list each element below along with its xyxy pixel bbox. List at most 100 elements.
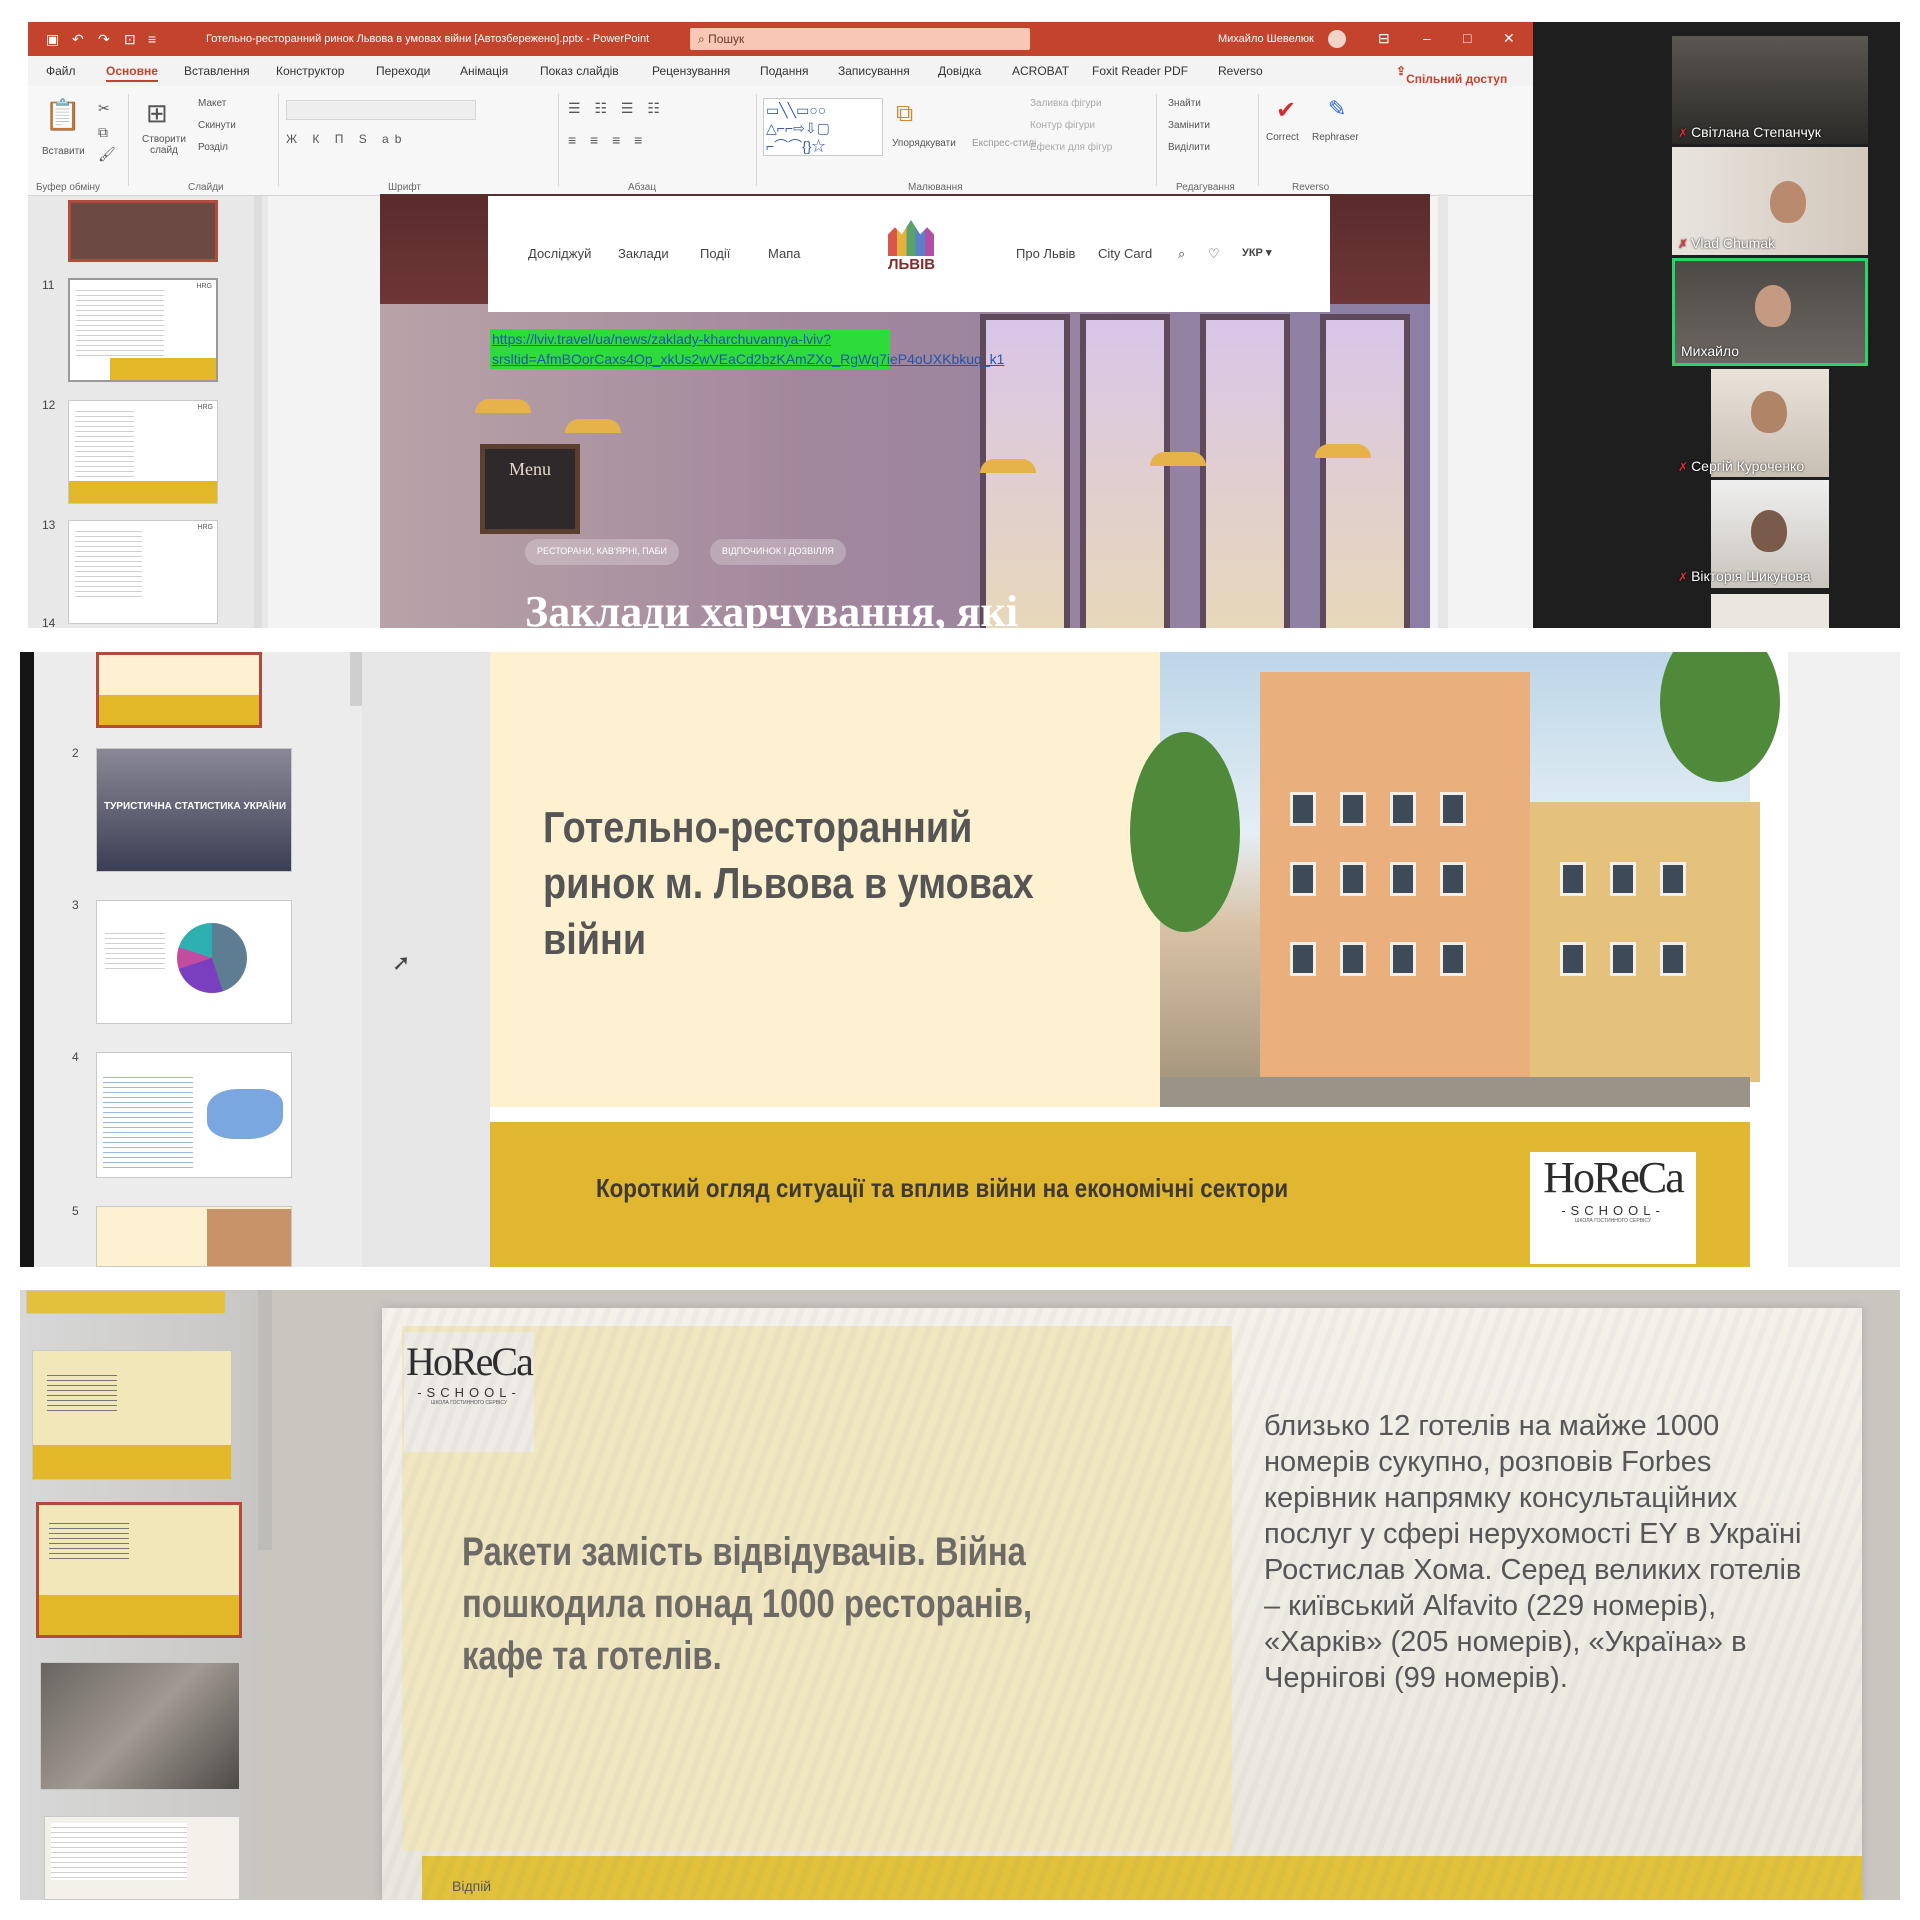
scrollbar[interactable] xyxy=(258,1290,272,1550)
find-button[interactable]: Знайти xyxy=(1168,98,1201,109)
paste-button[interactable]: Вставити xyxy=(42,146,85,157)
copy-icon[interactable]: ⧉ xyxy=(98,124,108,141)
shape-effects-button[interactable]: Ефекти для фігур xyxy=(1030,142,1112,153)
nav-events[interactable]: Події xyxy=(700,246,730,261)
quick-styles-button[interactable]: Експрес-стилі xyxy=(972,138,1036,149)
select-button[interactable]: Виділити xyxy=(1168,142,1210,153)
paste-icon[interactable]: 📋 xyxy=(44,98,81,133)
reset-button[interactable]: Скинути xyxy=(198,120,236,131)
save-icon[interactable]: ▣ xyxy=(46,31,59,48)
tab-record[interactable]: Записування xyxy=(838,64,910,78)
slide-thumbnail[interactable] xyxy=(44,1816,240,1900)
section-button[interactable]: Розділ xyxy=(198,142,228,153)
search-icon[interactable]: ⌕ xyxy=(1178,246,1185,262)
minimize-icon[interactable]: – xyxy=(1423,30,1431,46)
share-button[interactable]: ⇪ Спільний доступ xyxy=(1396,64,1507,86)
scrollbar[interactable] xyxy=(350,652,362,706)
redo-icon[interactable]: ↷ xyxy=(98,31,110,48)
tab-insert[interactable]: Вставлення xyxy=(184,64,250,78)
url-link[interactable]: https://lviv.travel/ua/news/zaklady-khar… xyxy=(490,329,1004,369)
mic-muted-icon: ✗ xyxy=(1678,460,1689,474)
category-chip[interactable]: РЕСТОРАНИ, КАВ'ЯРНІ, ПАБИ xyxy=(525,539,679,565)
slide-thumbnail[interactable] xyxy=(96,1206,292,1267)
building-window xyxy=(1660,862,1686,896)
participant-video[interactable]: ✗ Світлана Степанчук xyxy=(1672,36,1868,144)
nav-explore[interactable]: Досліджуй xyxy=(528,246,591,261)
slide-thumbnail[interactable] xyxy=(96,900,292,1024)
tab-help[interactable]: Довідка xyxy=(938,64,981,78)
layout-button[interactable]: Макет xyxy=(198,98,226,109)
participant-video-active-speaker[interactable]: Михайло xyxy=(1672,258,1868,366)
slide-thumbnail[interactable] xyxy=(40,1662,240,1790)
logo-tagline: ШКОЛА ГОСТИННОГО СЕРВІСУ xyxy=(430,1400,508,1406)
nav-places[interactable]: Заклади xyxy=(618,246,669,261)
nav-city-card[interactable]: City Card xyxy=(1098,246,1152,261)
font-format-buttons[interactable]: Ж К П S ab xyxy=(286,132,407,146)
rephraser-button[interactable]: Rephraser xyxy=(1312,132,1359,143)
participant-video[interactable] xyxy=(1711,594,1829,628)
correct-button[interactable]: Correct xyxy=(1266,132,1299,143)
nav-about[interactable]: Про Львів xyxy=(1016,246,1075,261)
undo-icon[interactable]: ↶ xyxy=(72,31,84,48)
new-slide-icon[interactable]: ⊞ xyxy=(146,98,168,129)
nav-map[interactable]: Мапа xyxy=(768,246,800,261)
tab-file[interactable]: Файл xyxy=(46,64,76,78)
slide-thumbnail[interactable] xyxy=(36,1502,242,1638)
scrollbar[interactable] xyxy=(254,196,262,628)
participant-video[interactable]: ✗ Vlad Chumak xyxy=(1672,147,1868,255)
tab-transitions[interactable]: Переходи xyxy=(376,64,430,78)
ribbon-display-icon[interactable]: ⊟ xyxy=(1378,30,1390,47)
slide-thumbnail[interactable]: HRG xyxy=(68,278,218,382)
category-chip[interactable]: ВІДПОЧИНОК І ДОЗВІЛЛЯ xyxy=(710,539,846,565)
tab-slideshow[interactable]: Показ слайдів xyxy=(540,64,619,78)
user-name[interactable]: Михайло Шевелюк xyxy=(1218,33,1314,45)
shape-outline-button[interactable]: Контур фігури xyxy=(1030,120,1095,131)
tab-home[interactable]: Основне xyxy=(106,64,158,82)
font-name-select[interactable] xyxy=(286,100,476,120)
tab-animations[interactable]: Анімація xyxy=(460,64,508,78)
maximize-icon[interactable]: □ xyxy=(1463,30,1471,46)
slide-thumbnail[interactable] xyxy=(26,1290,226,1314)
shapes-gallery[interactable]: ▭╲╲▭○○ △⌐⌐⇨⇩▢ ⌐⌒⌒{}☆ xyxy=(763,98,883,156)
share-label: Спільний доступ xyxy=(1406,72,1508,86)
tab-view[interactable]: Подання xyxy=(760,64,808,78)
present-icon[interactable]: ⊡ xyxy=(124,31,136,48)
tab-design[interactable]: Конструктор xyxy=(276,64,344,78)
tab-acrobat[interactable]: ACROBAT xyxy=(1012,64,1069,78)
align-buttons[interactable]: ≡ ≡ ≡ ≡ xyxy=(568,132,647,148)
arrange-button[interactable]: Упорядкувати xyxy=(892,138,956,149)
customize-icon[interactable]: ≡ xyxy=(148,31,156,47)
tab-reverso[interactable]: Reverso xyxy=(1218,64,1263,78)
heart-icon[interactable]: ♡ xyxy=(1208,246,1220,262)
slide-scrollbar[interactable] xyxy=(1438,194,1448,628)
list-buttons[interactable]: ☰ ☷ ☰ ☷ xyxy=(568,100,665,117)
language-select[interactable]: УКР ▾ xyxy=(1242,246,1271,259)
tab-review[interactable]: Рецензування xyxy=(652,64,730,78)
slide-thumbnail[interactable]: HRG xyxy=(68,520,218,624)
correct-icon[interactable]: ✔ xyxy=(1276,96,1296,125)
lviv-logo[interactable]: ЛЬВІВ xyxy=(888,220,935,290)
rephraser-icon[interactable]: ✎ xyxy=(1328,96,1346,122)
slide-thumbnail[interactable]: HRG xyxy=(68,400,218,504)
group-drawing: Малювання xyxy=(908,182,963,193)
tab-foxit[interactable]: Foxit Reader PDF xyxy=(1092,64,1188,78)
cut-icon[interactable]: ✂ xyxy=(98,100,110,117)
avatar[interactable] xyxy=(1328,30,1346,48)
slide-thumbnail[interactable] xyxy=(96,1052,292,1178)
slide-thumbnail[interactable] xyxy=(32,1350,232,1480)
shape-fill-button[interactable]: Заливка фігури xyxy=(1030,98,1101,109)
format-painter-icon[interactable]: 🖌 xyxy=(98,146,116,163)
horeca-school-logo: HoReCa -SCHOOL- ШКОЛА ГОСТИННОГО СЕРВІСУ xyxy=(1530,1152,1696,1264)
new-slide-button[interactable]: Створити слайд xyxy=(136,134,192,156)
slide-thumbnail[interactable]: ТУРИСТИЧНА СТАТИСТИКА УКРАЇНИ xyxy=(96,748,292,872)
participant-name-text: Вікторія Шикунова xyxy=(1691,568,1811,584)
replace-button[interactable]: Замінити xyxy=(1168,120,1210,131)
slide-thumbnail[interactable] xyxy=(68,200,218,262)
file-title: Готельно-ресторанний ринок Львова в умов… xyxy=(206,33,650,45)
search-input[interactable]: ⌕ Пошук xyxy=(690,28,1030,50)
close-icon[interactable]: ✕ xyxy=(1503,30,1515,47)
arrange-icon[interactable]: ⧉ xyxy=(896,100,913,128)
logo-school: -SCHOOL- xyxy=(417,1385,521,1400)
slide-thumbnail[interactable] xyxy=(96,652,262,728)
participant-name: ✗ Vlad Chumak xyxy=(1678,235,1775,251)
